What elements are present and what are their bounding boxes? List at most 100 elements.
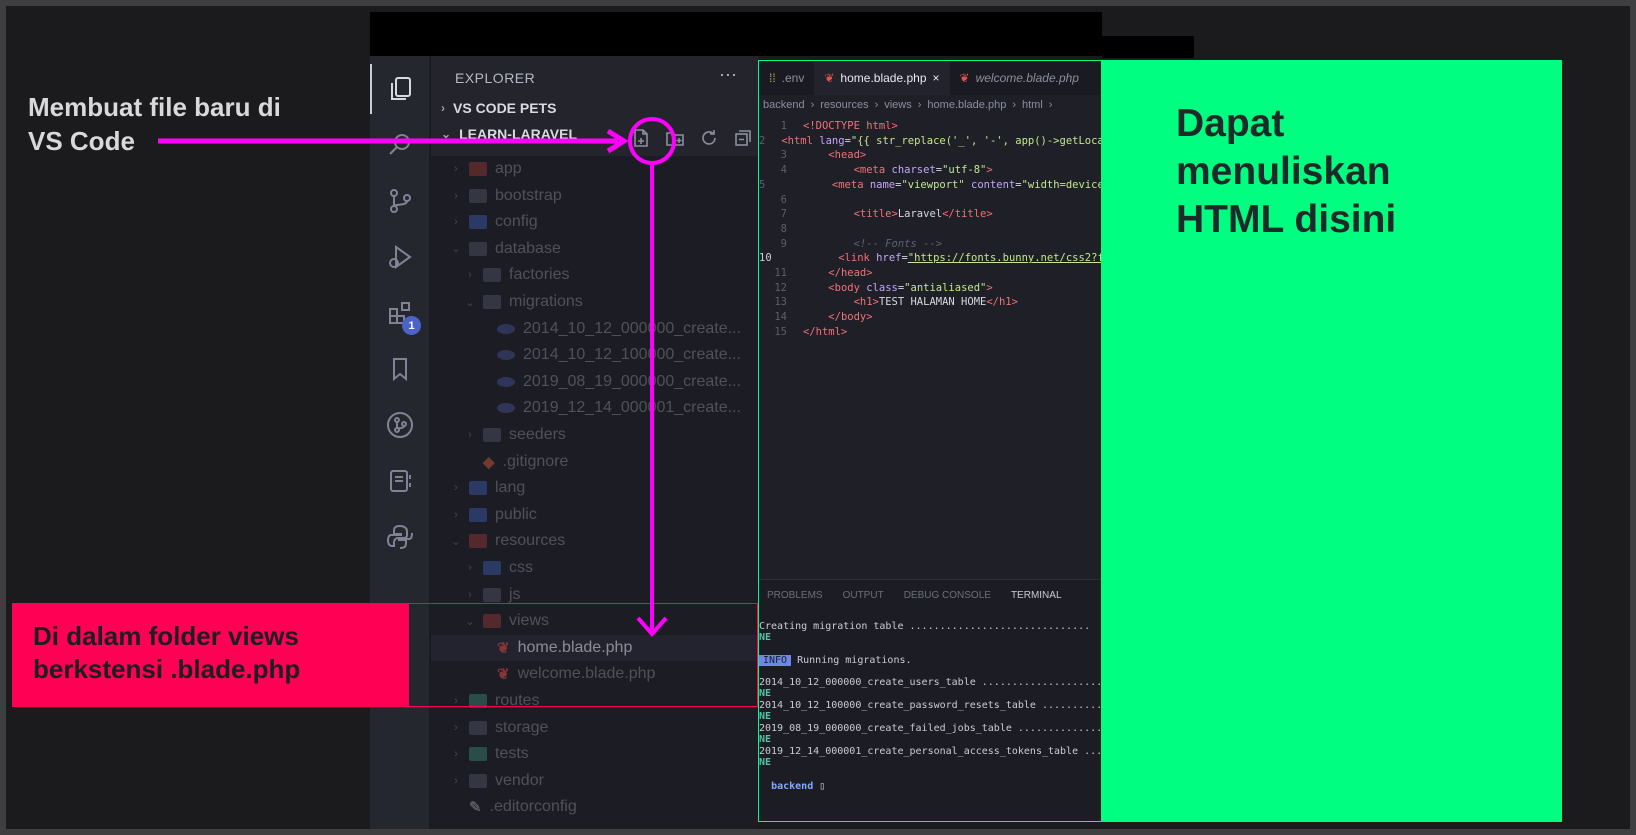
terminal-prompt: ➜ backend ▯ <box>759 781 825 792</box>
panel-tab[interactable]: TERMINAL <box>1011 590 1062 601</box>
tree-item-label: 2019_12_14_000001_create... <box>523 399 741 417</box>
panel-tabs: PROBLEMS OUTPUT DEBUG CONSOLE TERMINAL <box>759 580 1101 611</box>
chevron-right-icon: › <box>468 429 472 441</box>
section-learn-laravel[interactable]: ⌄ LEARN-LARAVEL <box>441 126 577 142</box>
tree-item[interactable]: › storage <box>431 715 758 741</box>
folder-icon <box>469 241 487 256</box>
php-file-icon <box>497 323 515 334</box>
terminal-line: 2014_10_12_100000_create_password_resets… <box>759 700 1102 711</box>
python-icon[interactable] <box>370 512 430 562</box>
tree-item[interactable]: › lang <box>431 475 758 501</box>
folder-icon <box>469 507 487 522</box>
extensions-icon[interactable]: 1 <box>370 288 430 338</box>
breadcrumb-separator: › <box>917 99 922 111</box>
files-icon[interactable] <box>370 64 430 114</box>
search-icon[interactable] <box>370 120 430 170</box>
line-number: 7 <box>780 208 787 221</box>
env-file-icon: ⁞⁞ <box>769 71 776 85</box>
source-control-icon[interactable] <box>370 176 430 226</box>
run-debug-icon[interactable] <box>370 232 430 282</box>
editor-tab[interactable]: ❦ home.blade.php × <box>814 61 950 95</box>
explorer-actions <box>631 128 753 148</box>
code-token: <h1> <box>853 296 879 309</box>
tree-item[interactable]: ⌄ migrations <box>431 289 758 315</box>
breadcrumb-item[interactable]: views <box>884 99 912 111</box>
tree-item-label: database <box>495 239 561 257</box>
tab-label: .env <box>781 71 805 85</box>
breadcrumb-item[interactable]: backend <box>763 99 805 111</box>
tree-item[interactable]: ⌄ database <box>431 236 758 262</box>
close-icon[interactable]: × <box>933 71 940 85</box>
tree-item[interactable]: 2019_12_14_000001_create... <box>431 395 758 421</box>
tree-item-label: 2019_08_19_000000_create... <box>523 372 741 390</box>
git-graph-icon[interactable] <box>370 400 430 450</box>
code-line: 2 <html lang = "{{ str_replace('_', '-', ap… <box>759 134 1101 149</box>
line-number: 10 <box>759 252 772 265</box>
terminal-line: 2014_10_12_000000_create_users_table ...… <box>759 677 1102 688</box>
tab-label: home.blade.php <box>840 71 927 85</box>
tree-item[interactable]: › factories <box>431 262 758 288</box>
tree-item[interactable]: ⌄ resources <box>431 528 758 554</box>
chevron-right-icon: › <box>468 269 472 282</box>
php-file-icon <box>497 403 515 414</box>
breadcrumb-item[interactable]: html <box>1022 99 1043 111</box>
tree-item[interactable]: › config <box>431 209 758 235</box>
tree-item[interactable]: › tests <box>431 741 758 767</box>
line-number: 9 <box>780 237 787 250</box>
info-text: Running migrations. <box>797 655 912 666</box>
code-token: </head> <box>828 267 873 280</box>
terminal-done: ONE <box>759 757 772 768</box>
bookmark-icon[interactable] <box>370 344 430 394</box>
section-vscode-pets[interactable]: › VS CODE PETS <box>441 100 556 116</box>
editor-tab[interactable]: ❦ welcome.blade.php <box>950 61 1089 95</box>
folder-icon <box>483 561 501 575</box>
tree-item[interactable]: › css <box>431 555 758 581</box>
tree-item[interactable]: ◆ .gitignore <box>431 449 758 475</box>
tree-item[interactable]: ✎ .editorconfig <box>431 794 758 820</box>
panel-tab[interactable]: DEBUG CONSOLE <box>904 590 991 601</box>
collapse-all-icon[interactable] <box>733 128 753 148</box>
breadcrumb-separator: › <box>874 99 879 111</box>
config-file-icon: ✎ <box>469 799 482 817</box>
breadcrumb-item[interactable]: home.blade.php <box>927 99 1006 111</box>
more-actions-icon[interactable]: ··· <box>719 64 737 85</box>
notebook-icon[interactable] <box>370 456 430 506</box>
line-number: 13 <box>774 296 787 309</box>
tree-item[interactable]: › bootstrap <box>431 183 758 209</box>
folder-icon <box>469 215 487 230</box>
chevron-right-icon: › <box>454 748 458 761</box>
breadcrumb-separator: › <box>810 99 815 111</box>
new-folder-icon[interactable] <box>665 128 685 148</box>
code-editor[interactable]: 1 <!DOCTYPE html> 2 <html lang = "{{ str_repl… <box>759 119 1101 340</box>
breadcrumb-separator: › <box>1048 99 1053 111</box>
green-heading: Dapat menuliskan HTML disini <box>1176 100 1396 244</box>
code-token: class <box>866 281 898 294</box>
code-token: "{{ str_replace('_', '-', app()->getLoca <box>850 134 1102 147</box>
tree-item[interactable]: › vendor <box>431 768 758 794</box>
new-file-icon[interactable] <box>631 128 651 148</box>
folder-icon <box>469 162 487 176</box>
panel-tab[interactable]: PROBLEMS <box>767 590 823 601</box>
breadcrumb-item[interactable]: resources <box>820 99 868 111</box>
code-token: "width=device <box>1021 178 1102 191</box>
breadcrumb: backend › resources › views › home.blade.php › h… <box>759 95 1101 115</box>
tree-item[interactable]: 2014_10_12_000000_create... <box>431 316 758 342</box>
tree-item-label: migrations <box>509 293 583 310</box>
editor-tab[interactable]: ⁞⁞ .env <box>759 61 814 95</box>
panel-tab[interactable]: OUTPUT <box>843 590 884 601</box>
tree-item-label: app <box>495 160 522 177</box>
views-annotation-line: berkstensi .blade.php <box>33 654 301 684</box>
tree-item[interactable]: › seeders <box>431 422 758 448</box>
code-line: 8 <box>759 222 1101 237</box>
chevron-right-icon: › <box>454 482 458 495</box>
tree-item[interactable]: › app <box>431 156 758 182</box>
line-number: 1 <box>780 120 787 132</box>
tree-item[interactable]: 2014_10_12_100000_create... <box>431 342 758 368</box>
tree-item[interactable]: › public <box>431 502 758 528</box>
refresh-icon[interactable] <box>699 128 719 148</box>
tree-item-label: .gitignore <box>502 452 569 470</box>
tree-item[interactable]: 2019_08_19_000000_create... <box>431 369 758 395</box>
folder-icon <box>483 587 501 602</box>
